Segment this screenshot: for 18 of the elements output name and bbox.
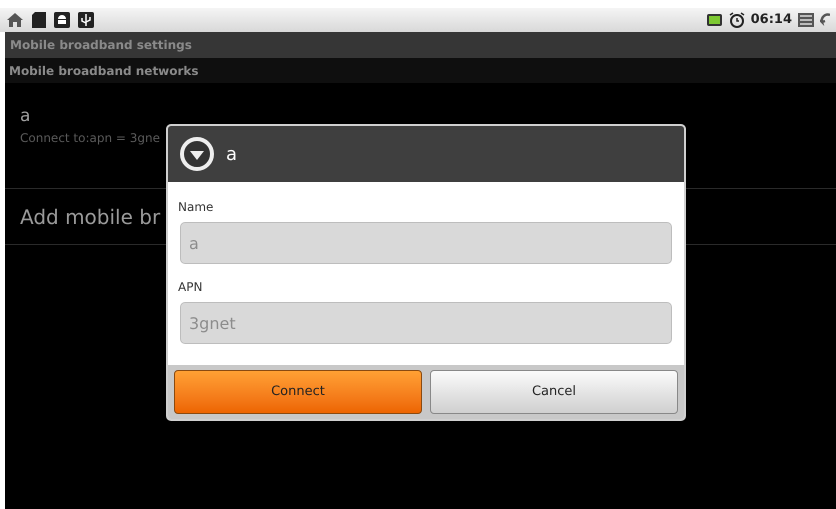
home-icon bbox=[6, 12, 24, 28]
dialog-title: a bbox=[226, 142, 238, 166]
battery-icon bbox=[706, 13, 723, 27]
dropdown-circle-icon bbox=[180, 137, 214, 171]
network-details: Connect to:apn = 3gne bbox=[20, 130, 162, 148]
field-label: Name bbox=[178, 199, 214, 216]
dialog-button[interactable]: Cancel bbox=[430, 370, 678, 414]
screen-title: Mobile broadband settings bbox=[10, 37, 192, 54]
alarm-clock-icon bbox=[728, 12, 745, 28]
dialog-button[interactable]: Connect bbox=[174, 370, 422, 414]
section-title: Mobile broadband networks bbox=[9, 62, 199, 80]
refresh-icon bbox=[820, 12, 830, 28]
sd-card-icon bbox=[32, 12, 46, 28]
field-label: APN bbox=[178, 279, 204, 296]
android-icon bbox=[54, 12, 70, 28]
usb-icon bbox=[78, 12, 94, 28]
clock-time: 06:14 bbox=[750, 11, 792, 30]
list-icon bbox=[798, 12, 814, 28]
